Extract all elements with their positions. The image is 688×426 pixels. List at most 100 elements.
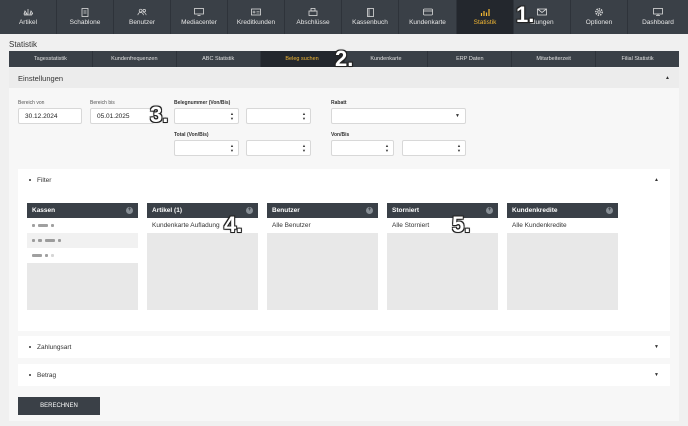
filter-box-title: Kassen: [32, 207, 56, 214]
betrag-section[interactable]: Betrag ▼: [18, 364, 670, 386]
add-icon[interactable]: +: [606, 207, 613, 214]
rabatt-label: Rabatt: [331, 100, 347, 106]
tab-kundenfrequenzen[interactable]: Kundenfrequenzen: [93, 51, 177, 67]
filter-box-kassen: Kassen +: [27, 203, 138, 310]
collapse-up-icon[interactable]: ▲: [665, 75, 670, 81]
annotation-marker-1: 1.: [516, 2, 535, 27]
screen-icon: [653, 8, 663, 16]
vonbis-bis-input[interactable]: ▲ ▼: [402, 140, 466, 156]
nav-label: Kundenkarte: [409, 19, 446, 26]
annotation-marker-5: 5.: [452, 212, 471, 237]
nav-item-kassenbuch[interactable]: Kassenbuch: [342, 0, 399, 34]
monitor-icon: [194, 8, 204, 16]
nav-item-kreditkunden[interactable]: Kreditkunden: [228, 0, 285, 34]
total-von-input[interactable]: ▲ ▼: [174, 140, 239, 156]
zahlungsart-section[interactable]: Zahlungsart ▼: [18, 336, 670, 358]
stepper-icon[interactable]: ▲ ▼: [457, 143, 461, 153]
nav-item-artikel[interactable]: Artikel: [0, 0, 57, 34]
annotation-marker-2: 2.: [335, 46, 354, 71]
berechnen-button[interactable]: BERECHNEN: [18, 397, 100, 415]
nav-item-optionen[interactable]: Optionen: [571, 0, 628, 34]
expand-down-icon[interactable]: ▼: [654, 372, 659, 378]
settings-title: Einstellungen: [18, 73, 64, 83]
add-icon[interactable]: +: [486, 207, 493, 214]
filter-box-storniert: Storniert + Alle Storniert: [387, 203, 498, 310]
nav-item-mediacenter[interactable]: Mediacenter: [171, 0, 228, 34]
filter-box-title: Kundenkredite: [512, 207, 558, 214]
belegnummer-bis-input[interactable]: ▲ ▼: [246, 108, 311, 124]
belegnummer-label: Belegnummer (Von/Bis): [174, 100, 231, 106]
filter-box-title: Storniert: [392, 207, 420, 214]
list-item[interactable]: [27, 218, 138, 233]
nav-label: Artikel: [18, 19, 38, 26]
id-card-icon: [251, 8, 261, 16]
filter-box-header: Storniert +: [387, 203, 498, 218]
list-item[interactable]: Alle Kundenkredite: [507, 218, 618, 233]
tab-filial-statistik[interactable]: Filial Statistik: [596, 51, 679, 67]
filter-title: Filter: [37, 176, 52, 184]
stepper-icon[interactable]: ▲ ▼: [302, 143, 306, 153]
tab-tagesstatistik[interactable]: Tagesstatistik: [9, 51, 93, 67]
bullet-icon: [29, 345, 31, 348]
bullet-icon: [29, 373, 31, 376]
nav-label: Kassenbuch: [352, 19, 388, 26]
register-icon: [308, 8, 318, 16]
list-item[interactable]: [27, 233, 138, 248]
total-bis-input[interactable]: ▲ ▼: [246, 140, 311, 156]
nav-item-abschluesse[interactable]: Abschlüsse: [285, 0, 342, 34]
tab-erp-daten[interactable]: ERP Daten: [428, 51, 513, 67]
annotation-marker-4: 4.: [224, 212, 243, 237]
stepper-icon[interactable]: ▲ ▼: [230, 111, 234, 121]
add-icon[interactable]: +: [126, 207, 133, 214]
add-icon[interactable]: +: [246, 207, 253, 214]
vonbis-von-input[interactable]: ▲ ▼: [331, 140, 394, 156]
stepper-icon[interactable]: ▲ ▼: [302, 111, 306, 121]
scale-icon: [23, 8, 33, 16]
card-icon: [422, 8, 433, 16]
nav-item-kundenkarte[interactable]: Kundenkarte: [399, 0, 457, 34]
list-item[interactable]: Alle Storniert: [387, 218, 498, 233]
page-title: Statistik: [9, 40, 38, 49]
list-item[interactable]: Alle Benutzer: [267, 218, 378, 233]
filter-box-title: Benutzer: [272, 207, 300, 214]
vonbis-label: Von/Bis: [331, 132, 350, 138]
nav-label: Statistik: [473, 19, 497, 26]
top-navigation: Artikel Schablone Benutzer Mediacenter K…: [0, 0, 688, 34]
nav-label: Optionen: [585, 19, 613, 26]
zahlungsart-title: Zahlungsart: [37, 343, 72, 351]
bereich-von-input[interactable]: 30.12.2024: [18, 108, 82, 124]
nav-item-statistik[interactable]: Statistik: [457, 0, 514, 34]
filter-box-header: Benutzer +: [267, 203, 378, 218]
users-icon: [137, 8, 147, 16]
chevron-down-icon: ▼: [455, 113, 460, 119]
bereich-bis-input[interactable]: 05.01.2025: [90, 108, 154, 124]
filter-box-title: Artikel (1): [152, 207, 182, 214]
tab-abc-statistik[interactable]: ABC Statistik: [177, 51, 261, 67]
bereich-bis-label: Bereich bis: [90, 100, 115, 106]
nav-label: Benutzer: [128, 19, 156, 26]
tab-beleg-suchen[interactable]: Beleg suchen: [260, 51, 345, 67]
nav-label: Kreditkunden: [236, 19, 276, 26]
bereich-von-label: Bereich von: [18, 100, 45, 106]
stepper-icon[interactable]: ▲ ▼: [230, 143, 234, 153]
add-icon[interactable]: +: [366, 207, 373, 214]
nav-item-benutzer[interactable]: Benutzer: [114, 0, 171, 34]
nav-item-dashboard[interactable]: Dashboard: [628, 0, 688, 34]
nav-item-schablone[interactable]: Schablone: [57, 0, 114, 34]
filter-box-header: Kundenkredite +: [507, 203, 618, 218]
filter-box-header: Kassen +: [27, 203, 138, 218]
filter-box-kundenkredite: Kundenkredite + Alle Kundenkredite: [507, 203, 618, 310]
betrag-title: Betrag: [37, 371, 57, 379]
rabatt-select[interactable]: ▼: [331, 108, 466, 124]
stepper-icon[interactable]: ▲ ▼: [385, 143, 389, 153]
bullet-icon: [29, 178, 31, 181]
list-item[interactable]: [27, 248, 138, 263]
nav-label: Schablone: [69, 19, 101, 26]
collapse-up-icon[interactable]: ▲: [654, 177, 659, 183]
filter-header[interactable]: Filter ▲: [18, 169, 670, 191]
tab-kundenkarte[interactable]: Kundenkarte: [345, 51, 429, 67]
tab-mitarbeiterzeit[interactable]: Mitarbeiterzeit: [512, 51, 597, 67]
belegnummer-von-input[interactable]: ▲ ▼: [174, 108, 239, 124]
annotation-marker-3: 3.: [150, 102, 169, 127]
expand-down-icon[interactable]: ▼: [654, 344, 659, 350]
